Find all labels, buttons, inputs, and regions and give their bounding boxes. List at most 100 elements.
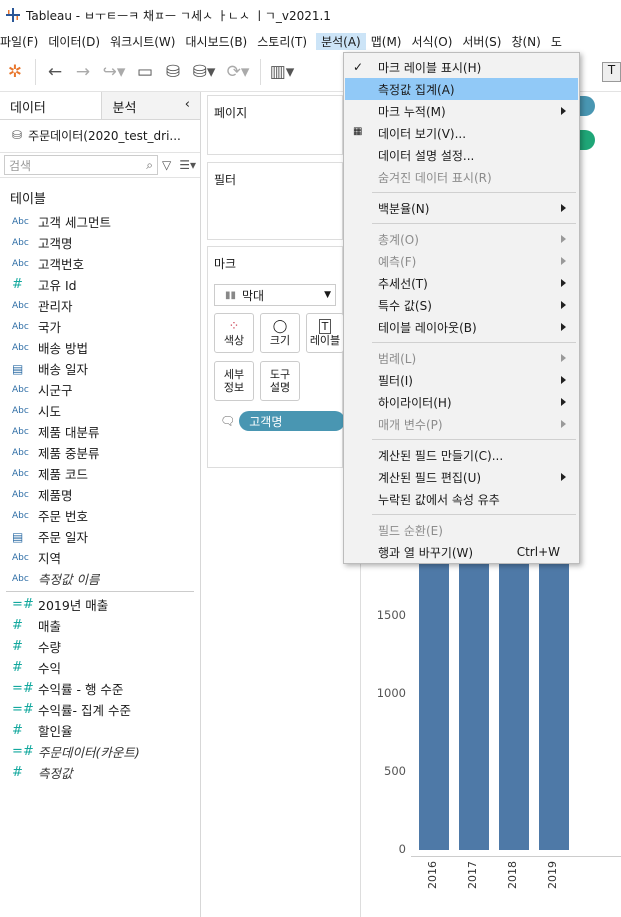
pages-shelf[interactable]: 페이지 <box>207 95 343 155</box>
string-type-icon: Abc <box>12 426 29 437</box>
field-item[interactable]: Abc 배송 방법 <box>0 337 200 358</box>
redo-icon[interactable]: ↪▾ <box>97 58 131 86</box>
field-item[interactable]: =# 수익률- 집계 수준 <box>0 699 200 720</box>
menu-item[interactable]: 누락된 값에서 속성 유추 <box>345 488 578 510</box>
calculated-number-icon: =# <box>12 597 34 612</box>
menu-item[interactable]: 측정값 집계(A) <box>345 78 578 100</box>
field-label: 매출 <box>38 619 62 634</box>
tab-analysis[interactable]: 분석 ‹ <box>102 92 200 119</box>
menu-map[interactable]: 맵(M) <box>366 33 407 50</box>
field-label: 고객명 <box>38 236 73 251</box>
speech-bubble-icon: 🗨 <box>220 414 236 428</box>
menu-item[interactable]: 행과 열 바꾸기(W) Ctrl+W <box>345 541 578 563</box>
menu-worksheet[interactable]: 워크시트(W) <box>105 33 180 50</box>
menu-item[interactable]: ✓ 마크 레이블 표시(H) <box>345 56 578 78</box>
menu-help[interactable]: 도 <box>546 33 567 50</box>
field-item[interactable]: Abc 고객번호 <box>0 253 200 274</box>
field-label: 할인율 <box>38 724 73 739</box>
field-item[interactable]: # 고유 Id <box>0 274 200 295</box>
label-card[interactable]: T 레이블 <box>306 313 344 353</box>
detail-pill[interactable]: 고객명 <box>239 411 346 431</box>
new-datasource-icon[interactable]: ⛁ <box>159 58 187 86</box>
field-item[interactable]: =# 2019년 매출 <box>0 594 200 615</box>
field-item[interactable]: Abc 주문 번호 <box>0 505 200 526</box>
toolbar-divider <box>35 58 36 85</box>
field-item[interactable]: Abc 제품 중분류 <box>0 442 200 463</box>
view-options-icon[interactable]: ☰▾ <box>179 158 196 172</box>
field-item[interactable]: Abc 지역 <box>0 547 200 568</box>
field-item[interactable]: Abc 제품 대분류 <box>0 421 200 442</box>
field-item[interactable]: ▤ 배송 일자 <box>0 358 200 379</box>
marks-title: 마크 <box>214 257 237 271</box>
refresh-icon[interactable]: ⟳▾ <box>221 58 255 86</box>
field-label: 고객 세그먼트 <box>38 215 111 230</box>
menu-file[interactable]: 파일(F) <box>0 33 43 50</box>
save-icon[interactable]: ▭ <box>131 58 159 86</box>
mark-type-dropdown[interactable]: ▮▮ 막대 ▼ <box>214 284 336 306</box>
back-icon[interactable]: ← <box>41 58 69 86</box>
menu-item-label: 데이터 보기(V)... <box>378 126 467 141</box>
size-card[interactable]: ◯ 크기 <box>260 313 300 353</box>
menu-item[interactable]: 필터(I) <box>345 369 578 391</box>
text-format-icon[interactable]: T <box>602 62 621 82</box>
tableau-home-icon[interactable]: ✲ <box>0 58 30 86</box>
field-item[interactable]: Abc 국가 <box>0 316 200 337</box>
field-label: 관리자 <box>38 299 73 314</box>
menu-story[interactable]: 스토리(T) <box>252 33 312 50</box>
detail-card[interactable]: 세부 정보 <box>214 361 254 401</box>
menu-item[interactable]: 데이터 설명 설정... <box>345 144 578 166</box>
menu-item[interactable]: 계산된 필드 편집(U) <box>345 466 578 488</box>
field-item[interactable]: Abc 시도 <box>0 400 200 421</box>
menu-item[interactable]: 하이라이터(H) <box>345 391 578 413</box>
menu-server[interactable]: 서버(S) <box>457 33 506 50</box>
number-type-icon: # <box>12 639 23 654</box>
text-icon: T <box>318 318 332 334</box>
field-item[interactable]: Abc 제품 코드 <box>0 463 200 484</box>
menu-item[interactable]: 테이블 레이아웃(B) <box>345 316 578 338</box>
search-input[interactable]: 검색 ⌕ <box>4 155 158 175</box>
datasource-item[interactable]: ⛁ 주문데이터(2020_test_dri... <box>0 120 200 150</box>
color-card[interactable]: ⁘ 색상 <box>214 313 254 353</box>
menu-item[interactable]: 계산된 필드 만들기(C)... <box>345 444 578 466</box>
field-item[interactable]: Abc 제품명 <box>0 484 200 505</box>
field-item[interactable]: Abc 고객명 <box>0 232 200 253</box>
tooltip-card[interactable]: 도구 설명 <box>260 361 300 401</box>
field-item[interactable]: Abc 관리자 <box>0 295 200 316</box>
menu-item[interactable]: 마크 누적(M) <box>345 100 578 122</box>
field-item[interactable]: # 매출 <box>0 615 200 636</box>
field-item[interactable]: Abc 고객 세그먼트 <box>0 211 200 232</box>
field-item[interactable]: Abc 측정값 이름 <box>0 568 200 589</box>
field-item[interactable]: =# 수익률 - 행 수준 <box>0 678 200 699</box>
field-item[interactable]: Abc 시군구 <box>0 379 200 400</box>
field-item[interactable]: ▤ 주문 일자 <box>0 526 200 547</box>
menu-item[interactable]: ▦ 데이터 보기(V)... <box>345 122 578 144</box>
submenu-arrow-icon <box>561 279 566 287</box>
menu-format[interactable]: 서식(O) <box>407 33 458 50</box>
collapse-icon[interactable]: ‹ <box>185 97 190 114</box>
menu-dashboard[interactable]: 대시보드(B) <box>180 33 252 50</box>
new-worksheet-icon[interactable]: ▥▾ <box>266 58 298 86</box>
tab-data[interactable]: 데이터 <box>0 92 103 119</box>
submenu-arrow-icon <box>561 354 566 362</box>
field-label: 측정값 <box>38 766 73 781</box>
field-item[interactable]: # 수익 <box>0 657 200 678</box>
toolbar-divider <box>260 58 261 85</box>
forward-icon[interactable]: → <box>69 58 97 86</box>
menu-analysis[interactable]: 분석(A) <box>316 32 366 50</box>
number-type-icon: # <box>12 277 23 292</box>
menu-item[interactable]: 특수 값(S) <box>345 294 578 316</box>
field-item[interactable]: # 측정값 <box>0 762 200 783</box>
menu-data[interactable]: 데이터(D) <box>43 33 105 50</box>
field-item[interactable]: =# 주문데이터(카운트) <box>0 741 200 762</box>
menu-item[interactable]: 추세선(T) <box>345 272 578 294</box>
string-type-icon: Abc <box>12 300 29 311</box>
field-item[interactable]: # 할인율 <box>0 720 200 741</box>
menu-item[interactable]: 백분율(N) <box>345 197 578 219</box>
filters-shelf[interactable]: 필터 <box>207 162 343 240</box>
menu-separator <box>372 192 576 193</box>
filter-icon[interactable]: ▽ <box>162 158 171 172</box>
pause-updates-icon[interactable]: ⛁▾ <box>187 58 221 86</box>
menu-window[interactable]: 창(N) <box>506 33 545 50</box>
string-type-icon: Abc <box>12 447 29 458</box>
field-item[interactable]: # 수량 <box>0 636 200 657</box>
